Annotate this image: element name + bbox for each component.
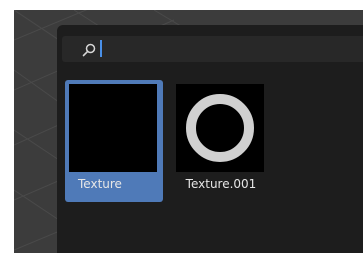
search-icon [82, 42, 96, 57]
text-cursor [100, 40, 102, 57]
texture-label: Texture [78, 177, 122, 191]
texture-tile[interactable]: Texture.001 [172, 80, 270, 202]
ring-preview-icon [186, 94, 254, 162]
texture-tile[interactable]: Texture [65, 80, 163, 202]
texture-label: Texture.001 [185, 177, 257, 191]
texture-preview [176, 84, 264, 172]
texture-preview [69, 84, 157, 172]
search-input[interactable] [104, 38, 354, 60]
